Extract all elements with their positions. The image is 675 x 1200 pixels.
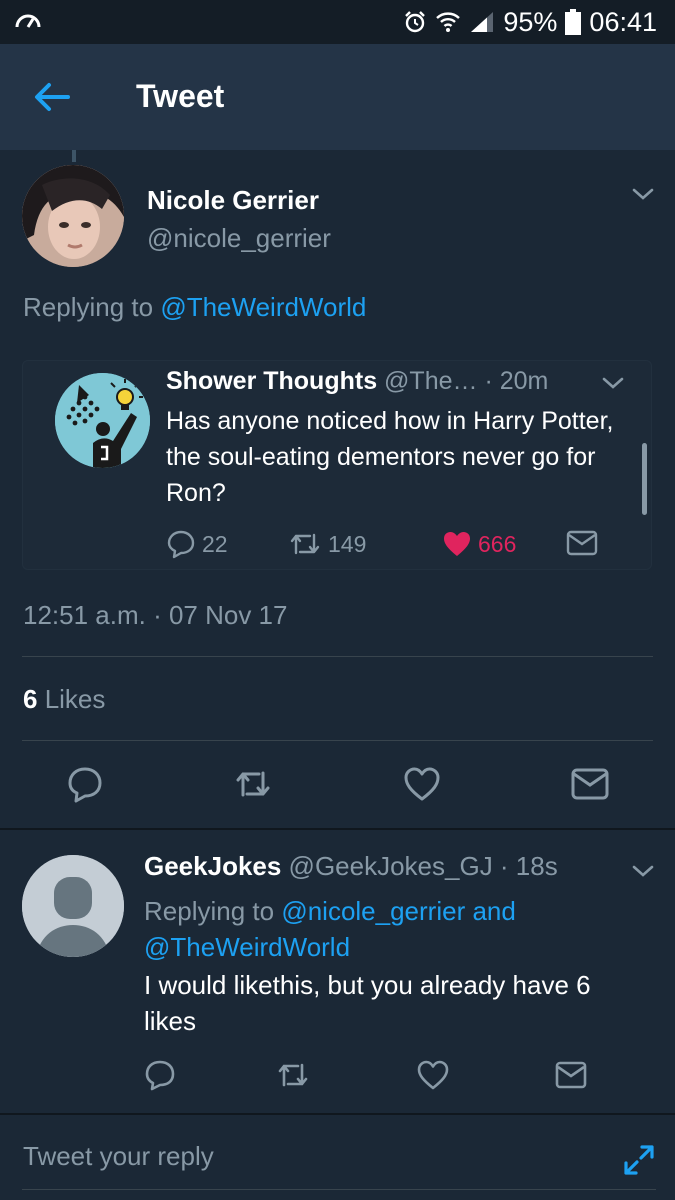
quoted-like-button[interactable]: 666: [442, 529, 516, 559]
reply-reply-icon[interactable]: [143, 1058, 177, 1092]
divider: [22, 656, 653, 657]
page-title: Tweet: [136, 78, 225, 114]
likes-count: 6: [23, 684, 38, 714]
quoted-dm-button[interactable]: [566, 529, 598, 557]
envelope-icon: [566, 530, 598, 556]
battery-percent: 95%: [503, 6, 558, 37]
reply-icon: [167, 530, 195, 559]
quoted-like-count: 666: [478, 530, 517, 557]
reply-replying-prefix: Replying to: [144, 896, 282, 926]
replying-to-link[interactable]: @TheWeirdWorld: [160, 292, 366, 322]
app-bar: Tweet: [0, 44, 675, 150]
replying-to: Replying to @TheWeirdWorld: [23, 292, 366, 323]
envelope-icon[interactable]: [570, 764, 610, 804]
quoted-handle-time: @The… · 20m: [377, 367, 549, 395]
quoted-retweet-button[interactable]: 149: [288, 529, 366, 559]
author-avatar[interactable]: [22, 165, 124, 267]
scrollbar[interactable]: [642, 443, 647, 515]
reply-composer: Tweet your reply: [0, 1113, 675, 1200]
quoted-reply-button[interactable]: 22: [166, 529, 228, 559]
quoted-author-name[interactable]: Shower Thoughts: [166, 367, 377, 395]
reply-avatar[interactable]: [22, 855, 124, 957]
heart-icon[interactable]: [402, 764, 442, 804]
input-underline: [22, 1189, 656, 1190]
divider: [22, 740, 653, 741]
speedometer-icon: [15, 14, 41, 28]
reply-replying-to: Replying to @nicole_gerrier and @TheWeir…: [144, 893, 614, 965]
reply-handle-time: @GeekJokes_GJ · 18s: [281, 851, 558, 881]
section-separator: [0, 828, 675, 830]
reply-author-name[interactable]: GeekJokes: [144, 851, 281, 881]
author-handle[interactable]: @nicole_gerrier: [147, 223, 331, 254]
replying-prefix: Replying to: [23, 292, 154, 322]
reply-heart-icon[interactable]: [416, 1058, 450, 1092]
reply-retweet-icon[interactable]: [276, 1058, 310, 1092]
quoted-retweet-count: 149: [328, 530, 367, 557]
status-right: 95% 06:41: [403, 6, 657, 38]
quoted-tweet-card[interactable]: Shower Thoughts @The… · 20m Has anyone n…: [22, 360, 652, 570]
reply-icon[interactable]: [65, 764, 105, 804]
chevron-down-icon[interactable]: [631, 186, 655, 202]
quoted-tweet-text: Has anyone noticed how in Harry Potter, …: [166, 407, 614, 507]
author-name[interactable]: Nicole Gerrier: [147, 185, 319, 216]
quoted-reply-count: 22: [202, 530, 228, 557]
quoted-header: Shower Thoughts @The… · 20m: [166, 367, 548, 396]
tweet-actions: [0, 764, 675, 808]
signal-icon: [471, 12, 494, 32]
tweet-timestamp: 12:51 a.m. · 07 Nov 17: [23, 600, 288, 630]
battery-icon: [565, 9, 582, 35]
expand-icon[interactable]: [622, 1143, 656, 1177]
thread-line: [72, 150, 76, 162]
reply-actions: [0, 1058, 675, 1094]
reply-envelope-icon[interactable]: [554, 1058, 588, 1092]
status-bar: 95% 06:41: [0, 0, 675, 44]
likes-label: Likes: [37, 684, 106, 714]
likes-summary[interactable]: 6 Likes: [23, 684, 105, 715]
alarm-icon: [405, 11, 426, 33]
reply-header: GeekJokes @GeekJokes_GJ · 18s: [144, 851, 558, 882]
reply-text: I would likethis, but you already have 6…: [144, 970, 591, 1036]
reply-chevron-down-icon[interactable]: [631, 863, 655, 879]
wifi-icon: [436, 12, 461, 32]
clock-time: 06:41: [589, 6, 657, 37]
retweet-icon[interactable]: [233, 764, 273, 804]
heart-filled-icon: [444, 532, 470, 556]
retweet-icon: [290, 533, 320, 555]
reply-input[interactable]: Tweet your reply: [23, 1141, 214, 1172]
back-arrow-icon[interactable]: [30, 78, 74, 116]
quoted-chevron-down-icon[interactable]: [601, 375, 625, 391]
quoted-avatar[interactable]: [55, 373, 150, 468]
quoted-actions: 22 149 666: [166, 529, 606, 559]
